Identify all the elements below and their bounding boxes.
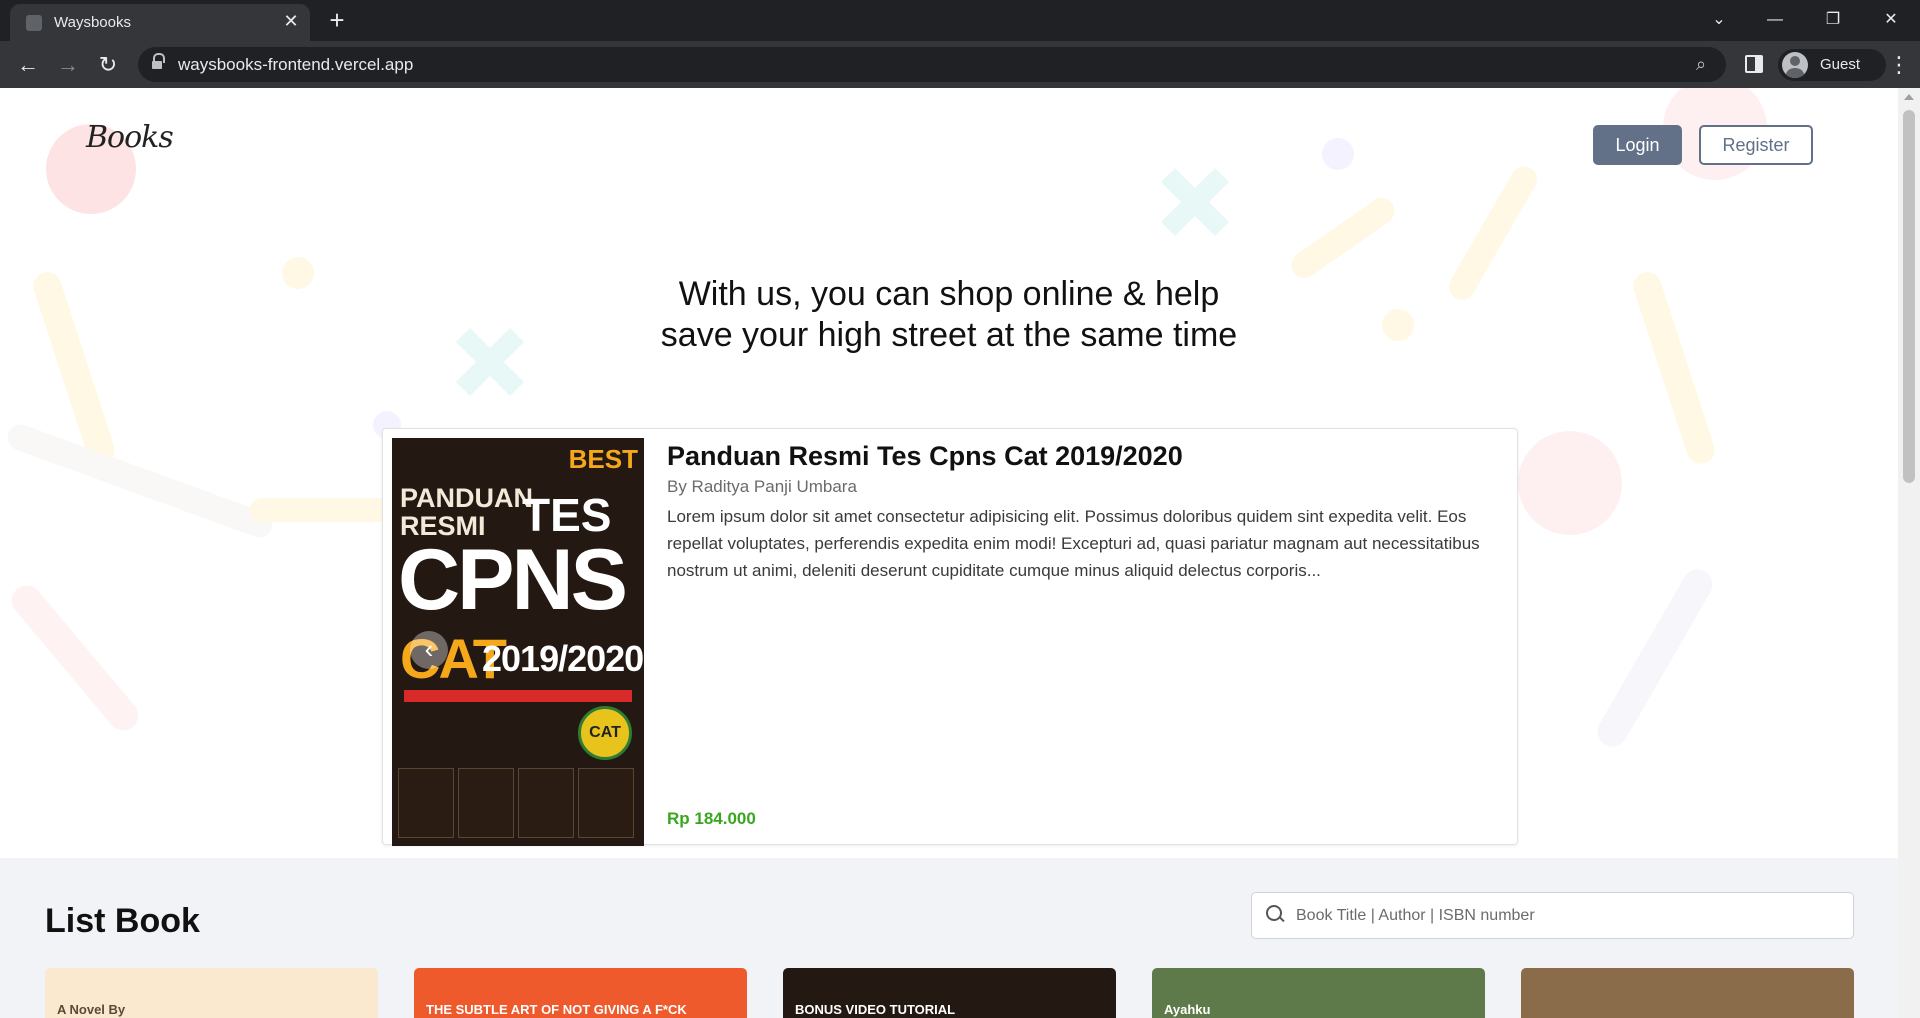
browser-tab[interactable]: Waysbooks ✕ <box>10 4 310 41</box>
reload-icon[interactable]: ↻ <box>92 49 124 81</box>
browser-tab-strip: Waysbooks ✕ + ⌄ — ❐ ✕ <box>0 0 1920 41</box>
avatar-icon <box>1782 52 1808 78</box>
profile-button[interactable]: Guest <box>1778 49 1886 81</box>
zoom-icon[interactable]: ⌕ <box>1690 54 1712 76</box>
featured-book-title[interactable]: Panduan Resmi Tes Cpns Cat 2019/2020 <box>667 441 1183 472</box>
book-card[interactable]: THE SUBTLE ART OF NOT GIVING A F*CK <box>414 968 747 1018</box>
back-icon[interactable]: ← <box>12 49 44 81</box>
featured-book-price: Rp 184.000 <box>667 809 756 828</box>
close-tab-icon[interactable]: ✕ <box>280 10 302 32</box>
browser-menu-icon[interactable]: ⋮ <box>1888 51 1910 79</box>
hero-line-2: save your high street at the same time <box>660 316 1238 354</box>
url-text[interactable]: waysbooks-frontend.vercel.app <box>178 55 413 75</box>
tab-title: Waysbooks <box>54 14 131 31</box>
book-card[interactable]: Ayahku <box>1152 968 1485 1018</box>
logo[interactable]: Books <box>86 120 174 155</box>
cover-red-strip <box>404 690 632 702</box>
book-cover-text: THE SUBTLE ART OF NOT GIVING A F*CK <box>426 1002 687 1017</box>
featured-book-description: Lorem ipsum dolor sit amet consectetur a… <box>667 507 1480 580</box>
browser-toolbar: ← → ↻ waysbooks-frontend.vercel.app ⌕ Gu… <box>0 41 1920 88</box>
book-card[interactable]: A Novel By <box>45 968 378 1018</box>
list-book-section: List Book A Novel By THE SUBTLE ART OF NO… <box>0 858 1898 1018</box>
hero-tagline: With us, you can shop online & help save… <box>560 274 1338 356</box>
address-bar[interactable]: waysbooks-frontend.vercel.app ⌕ <box>138 47 1726 82</box>
lock-icon[interactable] <box>152 53 165 71</box>
book-card[interactable] <box>1521 968 1854 1018</box>
book-cover-text: A Novel By <box>57 1002 126 1017</box>
book-card[interactable]: BONUS VIDEO TUTORIAL <box>783 968 1116 1018</box>
forward-icon[interactable]: → <box>52 49 84 81</box>
profile-label: Guest <box>1820 56 1861 73</box>
side-panel-icon[interactable] <box>1745 55 1763 73</box>
book-cover-text: Ayahku <box>1164 1002 1211 1017</box>
scroll-up-icon[interactable] <box>1904 94 1914 100</box>
favicon-icon <box>26 15 42 31</box>
book-search-box[interactable] <box>1251 892 1854 939</box>
cover-year-text: 2019/2020 <box>482 638 644 679</box>
featured-book-card[interactable]: BEST PANDUAN RESMI TES CPNS CAT 2019/2020… <box>382 428 1518 846</box>
carousel-prev-icon[interactable]: ‹ <box>410 631 448 669</box>
page-viewport: Books Login Register With us, you can sh… <box>0 88 1898 1018</box>
cover-cpns-text: CPNS <box>398 532 628 628</box>
close-window-icon[interactable]: ✕ <box>1876 6 1906 34</box>
tab-search-icon[interactable]: ⌄ <box>1704 6 1734 34</box>
list-book-title: List Book <box>45 902 200 940</box>
cover-bestseller-badge: BEST <box>568 444 638 474</box>
book-cover-text: BONUS VIDEO TUTORIAL <box>795 1002 956 1017</box>
restore-icon[interactable]: ❐ <box>1818 6 1848 34</box>
cover-cd-badge: CAT <box>578 706 632 760</box>
cover-feature-boxes <box>398 768 638 842</box>
hero-line-1: With us, you can shop online & help <box>678 275 1220 313</box>
scrollbar-thumb[interactable] <box>1903 110 1915 483</box>
minimize-icon[interactable]: — <box>1760 6 1790 34</box>
new-tab-icon[interactable]: + <box>324 7 350 33</box>
login-button[interactable]: Login <box>1593 125 1682 165</box>
search-icon <box>1266 905 1284 923</box>
page-scrollbar[interactable] <box>1898 88 1920 1018</box>
register-button[interactable]: Register <box>1699 125 1813 165</box>
featured-book-author: By Raditya Panji Umbara <box>667 477 857 496</box>
book-search-input[interactable] <box>1296 893 1841 938</box>
featured-book-cover[interactable]: BEST PANDUAN RESMI TES CPNS CAT 2019/2020… <box>392 438 644 846</box>
